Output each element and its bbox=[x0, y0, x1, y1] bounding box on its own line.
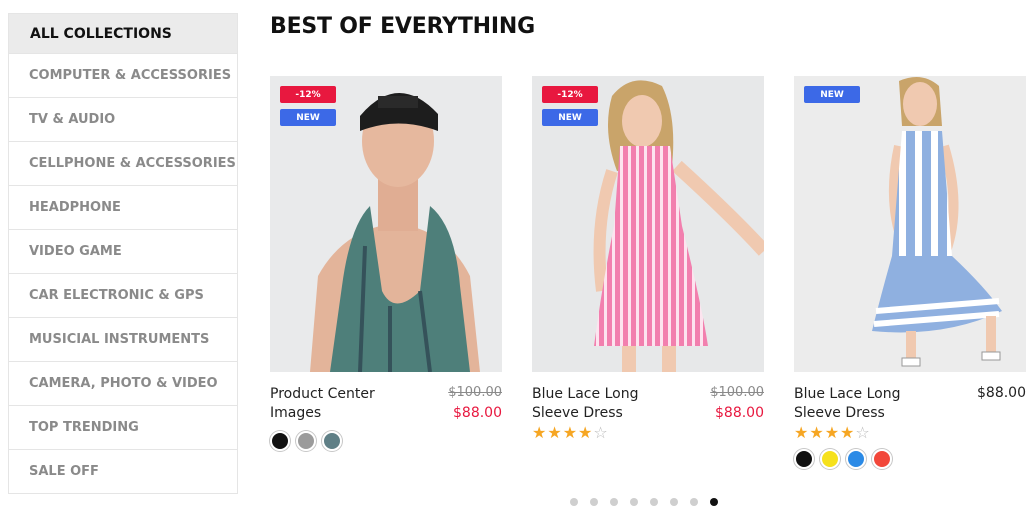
product-card: -12% NEW Blue Lace Long Sleeve Dress $10… bbox=[532, 76, 764, 455]
product-title[interactable]: Product Center Images bbox=[270, 385, 420, 423]
sidebar-item-sale-off[interactable]: SALE OFF bbox=[9, 449, 237, 493]
star-filled-icon: ★ bbox=[840, 423, 856, 442]
sidebar-item-car-electronic-gps[interactable]: CAR ELECTRONIC & GPS bbox=[9, 273, 237, 317]
swatch-yellow[interactable] bbox=[820, 449, 840, 469]
section-title: BEST OF EVERYTHING bbox=[270, 14, 535, 39]
sidebar-item-computer-accessories[interactable]: COMPUTER & ACCESSORIES bbox=[9, 53, 237, 97]
product-image[interactable]: -12% NEW bbox=[270, 76, 502, 372]
old-price: $100.00 bbox=[448, 385, 502, 400]
star-filled-icon: ★ bbox=[532, 423, 548, 442]
star-filled-icon: ★ bbox=[578, 423, 594, 442]
carousel-dot-active[interactable] bbox=[710, 498, 718, 506]
sidebar-header: ALL COLLECTIONS bbox=[9, 14, 237, 53]
star-rating: ★★★★☆ bbox=[532, 425, 609, 441]
carousel-dot[interactable] bbox=[570, 498, 578, 506]
price: $88.00 bbox=[977, 385, 1026, 401]
carousel-dot[interactable] bbox=[670, 498, 678, 506]
product-title[interactable]: Blue Lace Long Sleeve Dress bbox=[532, 385, 682, 423]
product-card: -12% NEW Product Center Images $100.00 $… bbox=[270, 76, 502, 455]
carousel-pagination bbox=[570, 498, 718, 506]
sidebar-item-headphone[interactable]: HEADPHONE bbox=[9, 185, 237, 229]
star-filled-icon: ★ bbox=[794, 423, 810, 442]
sale-price: $88.00 bbox=[453, 405, 502, 421]
carousel-dot[interactable] bbox=[610, 498, 618, 506]
sale-badge: -12% bbox=[542, 86, 598, 103]
star-filled-icon: ★ bbox=[809, 423, 825, 442]
sale-badge: -12% bbox=[280, 86, 336, 103]
sidebar-item-video-game[interactable]: VIDEO GAME bbox=[9, 229, 237, 273]
sidebar-item-cellphone-accessories[interactable]: CELLPHONE & ACCESSORIES bbox=[9, 141, 237, 185]
product-image[interactable]: NEW bbox=[794, 76, 1026, 372]
swatch-black[interactable] bbox=[794, 449, 814, 469]
sale-price: $88.00 bbox=[715, 405, 764, 421]
carousel-dot[interactable] bbox=[690, 498, 698, 506]
carousel-dot[interactable] bbox=[590, 498, 598, 506]
star-filled-icon: ★ bbox=[824, 423, 841, 442]
product-image[interactable]: -12% NEW bbox=[532, 76, 764, 372]
swatch-black[interactable] bbox=[270, 431, 290, 451]
product-title[interactable]: Blue Lace Long Sleeve Dress bbox=[794, 385, 944, 423]
star-rating: ★★★★☆ bbox=[794, 425, 871, 441]
new-badge: NEW bbox=[280, 109, 336, 126]
swatch-gray[interactable] bbox=[296, 431, 316, 451]
old-price: $100.00 bbox=[710, 385, 764, 400]
carousel-dot[interactable] bbox=[650, 498, 658, 506]
collections-sidebar: ALL COLLECTIONS COMPUTER & ACCESSORIES T… bbox=[8, 13, 238, 494]
star-empty-icon: ☆ bbox=[593, 423, 609, 442]
star-filled-icon: ★ bbox=[547, 423, 563, 442]
sidebar-item-tv-audio[interactable]: TV & AUDIO bbox=[9, 97, 237, 141]
swatch-blue[interactable] bbox=[846, 449, 866, 469]
color-swatches bbox=[270, 431, 342, 451]
product-card: NEW Blue Lace Long Sleeve Dress $88.00 ★… bbox=[794, 76, 1026, 469]
swatch-red[interactable] bbox=[872, 449, 892, 469]
color-swatches bbox=[794, 449, 892, 469]
sidebar-item-camera-photo-video[interactable]: CAMERA, PHOTO & VIDEO bbox=[9, 361, 237, 405]
sidebar-item-musical-instruments[interactable]: MUSICIAL INSTRUMENTS bbox=[9, 317, 237, 361]
new-badge: NEW bbox=[804, 86, 860, 103]
swatch-slate[interactable] bbox=[322, 431, 342, 451]
star-filled-icon: ★ bbox=[562, 423, 579, 442]
new-badge: NEW bbox=[542, 109, 598, 126]
star-empty-icon: ☆ bbox=[855, 423, 871, 442]
sidebar-item-top-trending[interactable]: TOP TRENDING bbox=[9, 405, 237, 449]
carousel-dot[interactable] bbox=[630, 498, 638, 506]
